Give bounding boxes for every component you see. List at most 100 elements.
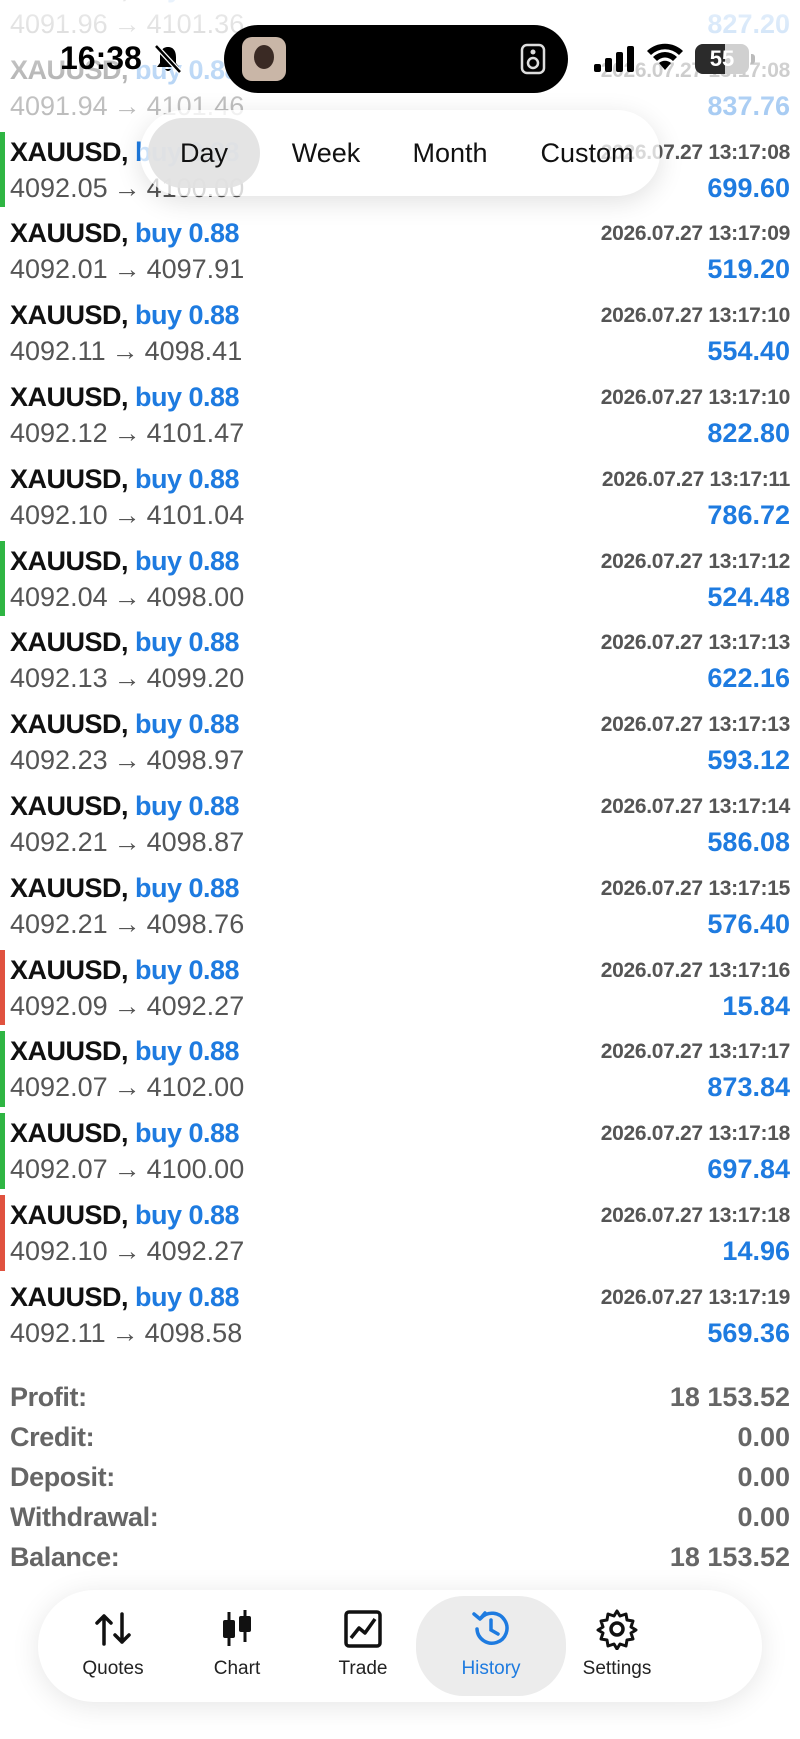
trade-row[interactable]: XAUUSD, buy 0.88 2026.07.27 13:17:14 4092.… [0, 783, 800, 865]
trade-row[interactable]: XAUUSD, buy 0.88 2026.07.27 13:17:18 4092.… [0, 1192, 800, 1274]
status-bar: 16:38 55 [0, 0, 800, 110]
trade-time: 2026.07.27 13:17:18 [600, 1203, 791, 1227]
summary-value: 18 153.52 [669, 1542, 790, 1572]
open-price: 4092.13 [10, 663, 108, 694]
trade-symbol: XAUUSD, [10, 545, 129, 576]
trade-title: XAUUSD, buy 0.88 [10, 790, 240, 822]
trade-row[interactable]: XAUUSD, buy 0.88 2026.07.27 13:17:13 4092.… [0, 701, 800, 783]
trade-prices: 4092.09 → 4092.27 [10, 991, 244, 1022]
arrow-icon: → [113, 826, 141, 857]
close-price: 4098.76 [146, 908, 245, 939]
trade-row[interactable]: XAUUSD, buy 0.88 2026.07.27 13:17:10 4092.… [0, 374, 800, 456]
trade-profit: 622.16 [707, 663, 790, 694]
trade-symbol: XAUUSD, [10, 381, 129, 412]
trade-symbol: XAUUSD, [10, 1281, 129, 1312]
close-price: 4098.97 [146, 745, 245, 776]
trade-symbol: XAUUSD, [10, 872, 129, 903]
trade-prices: 4092.13 → 4099.20 [10, 663, 244, 694]
trade-row[interactable]: XAUUSD, buy 0.88 2026.07.27 13:17:11 4092.… [0, 456, 800, 538]
result-marker [0, 131, 5, 208]
arrow-icon: → [111, 336, 139, 367]
result-marker [0, 1031, 5, 1108]
open-price: 4092.21 [10, 908, 108, 939]
period-option-month[interactable]: Month [396, 118, 504, 188]
trade-prices: 4092.11 → 4098.58 [10, 1318, 242, 1349]
open-price: 4092.12 [10, 417, 108, 448]
trade-symbol: XAUUSD, [10, 1118, 129, 1149]
close-price: 4102.00 [146, 1072, 245, 1103]
trade-side-volume: buy 0.88 [128, 709, 240, 740]
arrow-icon: → [113, 254, 141, 285]
trade-row[interactable]: XAUUSD, buy 0.88 2026.07.27 13:17:13 4092.… [0, 619, 800, 701]
close-price: 4098.58 [144, 1317, 243, 1348]
result-marker [0, 949, 5, 1026]
trade-row[interactable]: XAUUSD, buy 0.88 2026.07.27 13:17:15 4092.… [0, 865, 800, 947]
close-price: 4098.00 [146, 581, 245, 612]
summary-row: Deposit: 0.00 [0, 1460, 800, 1500]
trade-profit: 786.72 [707, 499, 790, 530]
quotes-arrows-icon [95, 1612, 131, 1646]
trade-title: XAUUSD, buy 0.88 [10, 300, 240, 331]
trade-prices: 4092.07 → 4102.00 [10, 1072, 244, 1103]
trade-time: 2026.07.27 13:17:16 [600, 958, 791, 982]
close-price: 4099.20 [146, 663, 245, 694]
trade-prices: 4092.10 → 4092.27 [10, 1236, 244, 1267]
trade-title: XAUUSD, buy 0.88 [10, 381, 240, 413]
trade-profit: 524.48 [707, 581, 790, 612]
summary-label: Balance: [10, 1542, 120, 1572]
trade-time: 2026.07.27 13:17:19 [600, 1285, 791, 1309]
close-price: 4098.41 [144, 336, 243, 367]
trade-profit: 519.20 [707, 254, 790, 285]
close-price: 4092.27 [146, 990, 245, 1021]
trade-symbol: XAUUSD, [10, 627, 129, 658]
dynamic-island[interactable] [224, 25, 568, 93]
summary-row: Profit: 18 153.52 [0, 1380, 800, 1420]
result-marker [0, 1194, 5, 1271]
tab-settings[interactable]: Settings [542, 1596, 692, 1696]
open-price: 4092.04 [10, 581, 108, 612]
trade-time: 2026.07.27 13:17:17 [600, 1040, 791, 1064]
trade-side-volume: buy 0.88 [128, 545, 240, 576]
trade-title: XAUUSD, buy 0.88 [10, 709, 240, 740]
trade-history-list: XAUUSD, buy 0.882026.07.27 13:17:074091.… [0, 0, 800, 1356]
trade-profit: 586.08 [707, 826, 790, 857]
trade-row[interactable]: XAUUSD, buy 0.88 2026.07.27 13:17:18 4092.… [0, 1110, 800, 1192]
tab-label: Settings [582, 1658, 652, 1679]
arrow-icon: → [113, 499, 141, 530]
trade-row[interactable]: XAUUSD, buy 0.88 2026.07.27 13:17:16 4092.… [0, 947, 800, 1029]
trade-row[interactable]: XAUUSD, buy 0.88 2026.07.27 13:17:09 4092.… [0, 210, 800, 292]
trade-title: XAUUSD, buy 0.88 [10, 1036, 240, 1067]
trade-symbol: XAUUSD, [10, 463, 129, 494]
trade-profit: 576.40 [707, 908, 790, 939]
history-clock-icon [472, 1611, 509, 1645]
arrow-icon: → [113, 663, 141, 694]
trade-symbol: XAUUSD, [10, 136, 129, 167]
trade-side-volume: buy 0.88 [128, 1118, 240, 1149]
trade-profit: 14.96 [722, 1235, 790, 1266]
trade-symbol: XAUUSD, [10, 1036, 129, 1067]
trade-time: 2026.07.27 13:17:18 [600, 1122, 791, 1146]
trade-side-volume: buy 0.88 [128, 790, 240, 821]
trade-profit: 569.36 [707, 1317, 790, 1348]
wifi-icon [647, 43, 683, 70]
period-selector: Day Week Month Custom [140, 110, 660, 196]
period-option-day[interactable]: Day [148, 118, 260, 188]
trade-row[interactable]: XAUUSD, buy 0.88 2026.07.27 13:17:19 4092.… [0, 1274, 800, 1356]
open-price: 4092.05 [10, 172, 108, 203]
status-time: 16:38 [60, 40, 142, 76]
bottom-tab-bar: Quotes Chart Trade History Settings [38, 1590, 762, 1702]
close-price: 4101.04 [146, 499, 245, 530]
open-price: 4092.21 [10, 826, 108, 857]
trade-row[interactable]: XAUUSD, buy 0.88 2026.07.27 13:17:12 4092.… [0, 538, 800, 620]
trade-symbol: XAUUSD, [10, 790, 129, 821]
period-option-custom[interactable]: Custom [520, 118, 654, 188]
trade-side-volume: buy 0.88 [128, 954, 240, 985]
trade-time: 2026.07.27 13:17:10 [600, 385, 791, 409]
trade-row[interactable]: XAUUSD, buy 0.88 2026.07.27 13:17:17 4092.… [0, 1028, 800, 1110]
arrow-icon: → [113, 1235, 141, 1266]
trade-time: 2026.07.27 13:17:12 [600, 549, 791, 573]
trade-prices: 4092.21 → 4098.76 [10, 909, 244, 940]
open-price: 4092.01 [10, 254, 108, 285]
period-option-week[interactable]: Week [266, 118, 386, 188]
trade-row[interactable]: XAUUSD, buy 0.88 2026.07.27 13:17:10 4092.… [0, 292, 800, 374]
